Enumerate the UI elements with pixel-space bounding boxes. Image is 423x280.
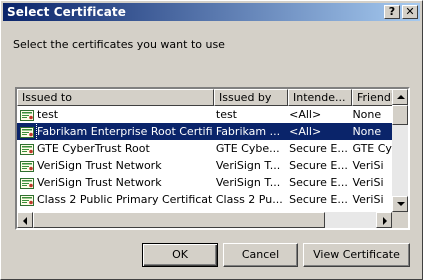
column-header-issued-to[interactable]: Issued to — [17, 89, 214, 106]
certificate-icon — [20, 160, 34, 172]
table-row[interactable]: VeriSign Trust Network VeriSign T... Secur… — [17, 174, 393, 191]
title-bar[interactable]: Select Certificate ? ✕ — [3, 3, 420, 21]
issued-to-text: GTE CyberTrust Root — [37, 142, 150, 155]
cell-issued-by: Class 2 Pu... — [215, 193, 283, 206]
issued-to-text: Fabrikam Enterprise Root Certifier — [36, 123, 212, 140]
scroll-right-button[interactable] — [376, 212, 392, 228]
cell-intended-purposes: Secure E... — [289, 159, 348, 172]
cell-intended-purposes: <All> — [289, 125, 322, 138]
vertical-scrollbar[interactable] — [392, 89, 408, 212]
select-certificate-dialog: Select Certificate ? ✕ Select the certif… — [0, 0, 423, 280]
cell-issued-to: test — [17, 106, 212, 123]
cell-intended-purposes: Secure E... — [289, 176, 348, 189]
table-row[interactable]: test test <All> None — [17, 106, 393, 123]
cell-issued-by: VeriSign T... — [215, 159, 281, 172]
certificate-icon — [20, 109, 34, 121]
cell-issued-to: GTE CyberTrust Root — [17, 140, 212, 157]
cell-intended-purposes: Secure E... — [289, 142, 348, 155]
column-header-issued-by[interactable]: Issued by — [214, 89, 288, 106]
vertical-scroll-thumb[interactable] — [392, 105, 408, 125]
cell-friendly-name: VeriSi — [352, 159, 384, 172]
arrow-left-icon — [23, 217, 27, 225]
window-title: Select Certificate — [7, 5, 126, 19]
certificate-icon — [20, 194, 34, 206]
cell-friendly-name: GTE Cy — [352, 142, 392, 155]
cell-issued-to: VeriSign Trust Network — [17, 157, 212, 174]
help-button[interactable]: ? — [384, 5, 400, 19]
cell-issued-to: Fabrikam Enterprise Root Certifier — [17, 123, 212, 140]
column-header-friendly-name[interactable]: Friendl — [352, 89, 397, 106]
list-rows: test test <All> None Fabrikam Enterprise Roo… — [17, 106, 393, 225]
cell-friendly-name: None — [352, 125, 382, 138]
cell-issued-by: GTE Cybe... — [215, 142, 280, 155]
scroll-up-button[interactable] — [392, 89, 408, 105]
issued-to-text: Class 2 Public Primary Certification... — [37, 193, 212, 206]
issued-to-text: VeriSign Trust Network — [37, 159, 162, 172]
cell-issued-by: VeriSign T... — [215, 176, 281, 189]
cell-issued-by: Fabrikam ... — [215, 125, 281, 138]
close-icon: ✕ — [405, 5, 415, 18]
cell-issued-to: Class 2 Public Primary Certification... — [17, 191, 212, 208]
cell-intended-purposes: Secure E... — [289, 193, 348, 206]
horizontal-scrollbar[interactable] — [17, 212, 392, 228]
help-icon: ? — [388, 5, 396, 18]
table-row[interactable]: GTE CyberTrust Root GTE Cybe... Secure E..… — [17, 140, 393, 157]
ok-button[interactable]: OK — [142, 243, 218, 267]
scrollbar-corner — [392, 212, 408, 228]
table-row[interactable]: Fabrikam Enterprise Root Certifier Fabrik… — [17, 123, 393, 140]
arrow-down-icon — [397, 202, 405, 206]
cancel-button[interactable]: Cancel — [223, 243, 298, 267]
instruction-text: Select the certificates you want to use — [13, 38, 225, 51]
certificate-icon — [20, 143, 34, 155]
certificate-icon — [20, 177, 34, 189]
issued-to-text: VeriSign Trust Network — [37, 176, 162, 189]
cell-issued-to: VeriSign Trust Network — [17, 174, 212, 191]
arrow-right-icon — [383, 217, 387, 225]
scroll-down-button[interactable] — [392, 196, 408, 212]
certificate-icon — [20, 126, 34, 138]
view-certificate-button[interactable]: View Certificate — [303, 243, 410, 267]
cell-friendly-name: VeriSi — [352, 176, 384, 189]
cell-issued-by: test — [215, 108, 237, 121]
table-row[interactable]: VeriSign Trust Network VeriSign T... Secur… — [17, 157, 393, 174]
cell-friendly-name: VeriSi — [352, 193, 384, 206]
scroll-left-button[interactable] — [17, 212, 33, 228]
close-button[interactable]: ✕ — [402, 5, 418, 19]
arrow-up-icon — [397, 95, 405, 99]
horizontal-scroll-thumb[interactable] — [33, 212, 325, 228]
issued-to-text: test — [37, 108, 59, 121]
column-header-intended-purposes[interactable]: Intende... — [288, 89, 352, 106]
cell-friendly-name: None — [352, 108, 382, 121]
certificate-list[interactable]: Issued to Issued by Intende... Friendl t… — [15, 87, 410, 230]
cell-intended-purposes: <All> — [289, 108, 322, 121]
list-header: Issued to Issued by Intende... Friendl — [17, 89, 397, 106]
table-row[interactable]: Class 2 Public Primary Certification...C… — [17, 191, 393, 208]
